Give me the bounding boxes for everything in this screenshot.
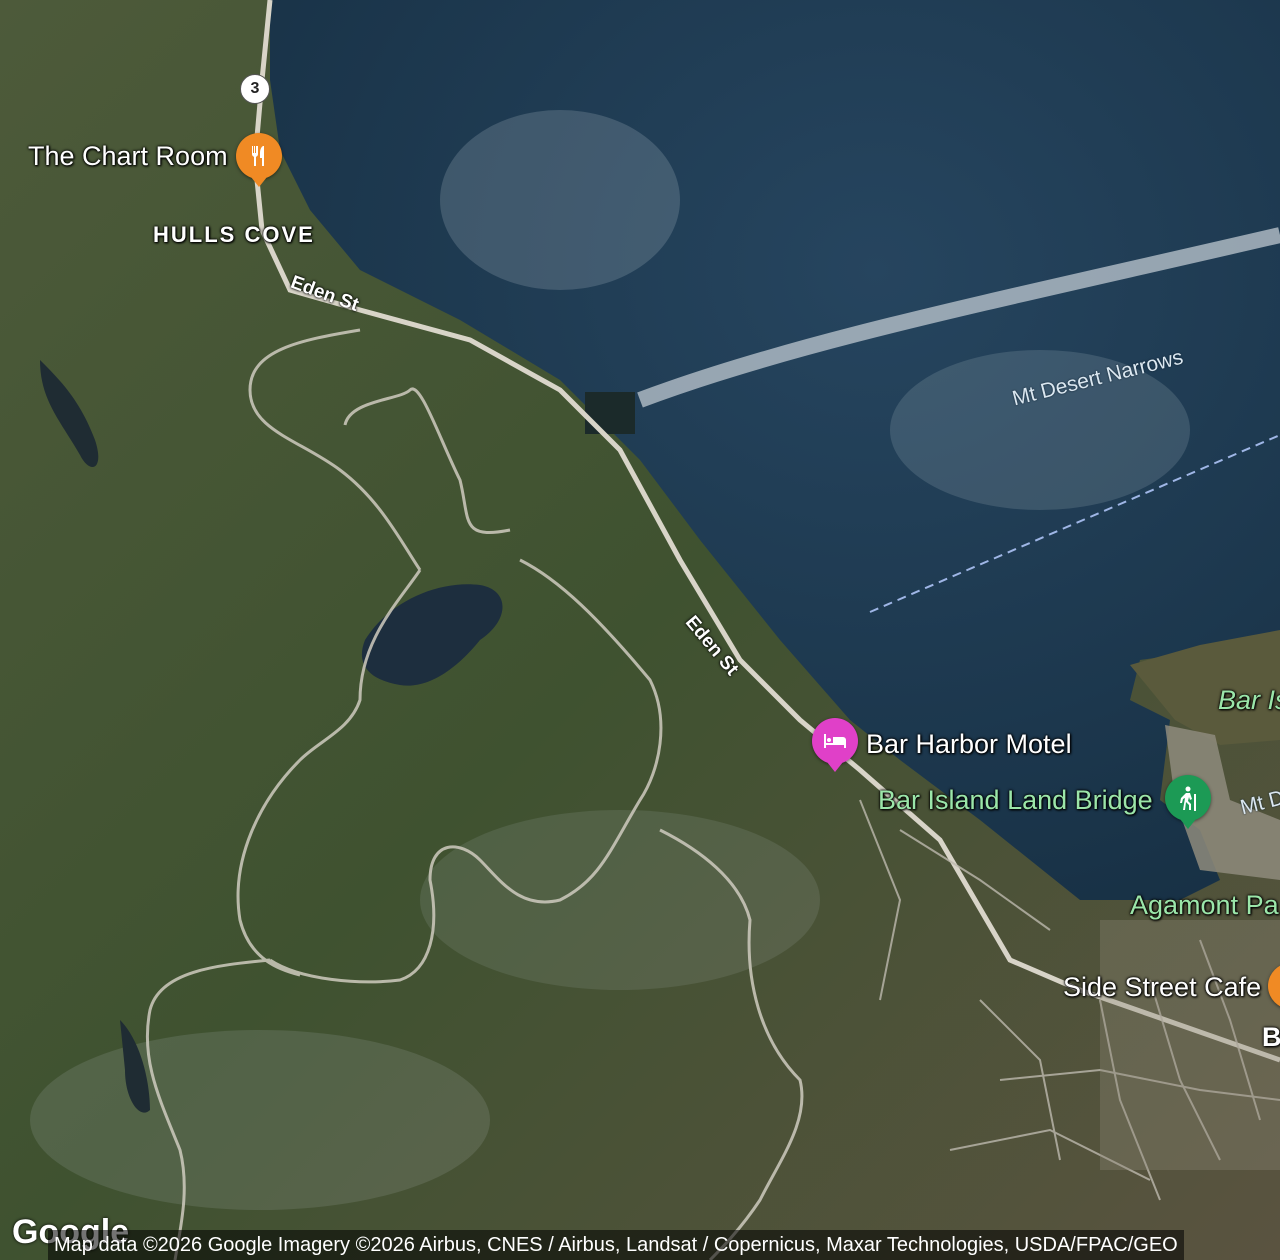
satellite-imagery [0, 0, 1280, 1260]
pin-chart-room[interactable] [236, 133, 282, 187]
map-canvas[interactable]: The Chart Room 3 HULLS COVE Eden St Eden… [0, 0, 1280, 1260]
label-bar-island-land-bridge[interactable]: Bar Island Land Bridge [878, 785, 1153, 816]
label-hulls-cove: HULLS COVE [153, 222, 315, 247]
map-attribution: Map data ©2026 Google Imagery ©2026 Airb… [48, 1230, 1184, 1260]
restaurant-icon [252, 146, 264, 166]
pin-bar-island-land-bridge[interactable] [1165, 775, 1211, 829]
label-side-street-cafe[interactable]: Side Street Cafe [1063, 972, 1261, 1003]
label-bar-harbor-motel[interactable]: Bar Harbor Motel [866, 729, 1072, 760]
label-bar-island[interactable]: Bar Is [1218, 685, 1280, 716]
hiking-icon [1180, 786, 1196, 811]
route-shield: 3 [240, 74, 270, 104]
pin-bar-harbor-motel[interactable] [812, 718, 858, 772]
hotel-icon [824, 734, 846, 748]
label-chart-room[interactable]: The Chart Room [28, 141, 228, 172]
label-bar-harbor-town[interactable]: B [1262, 1022, 1280, 1053]
label-agamont-park[interactable]: Agamont Pa [1130, 890, 1279, 921]
